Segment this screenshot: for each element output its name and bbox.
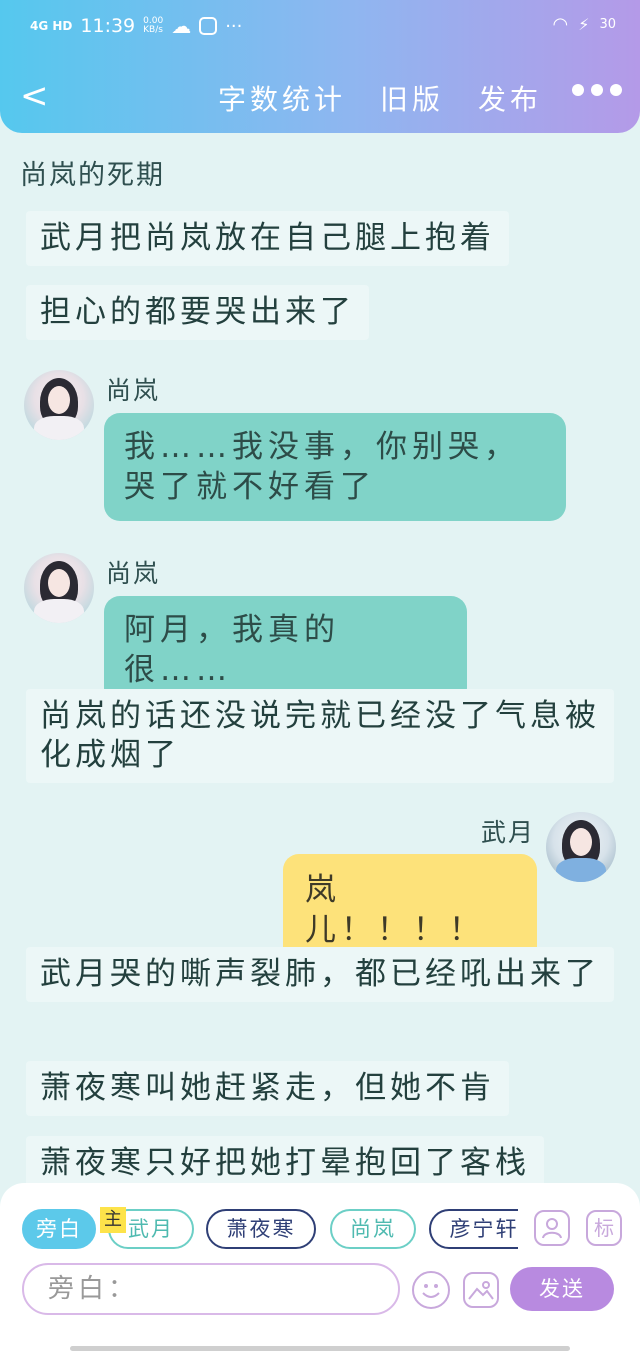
- chat-area[interactable]: 尚岚的死期 武月把尚岚放在自己腿上抱着 担心的都要哭出来了 尚岚 我……我没事，…: [0, 133, 640, 1183]
- chapter-title: 尚岚的死期: [20, 160, 165, 191]
- battery-level: 30: [599, 17, 616, 32]
- narration-message[interactable]: 尚岚的话还没说完就已经没了气息被化成烟了: [26, 689, 614, 783]
- avatar-wuyue[interactable]: [546, 812, 616, 882]
- speaker-name: 武月: [481, 818, 536, 847]
- chip-shanglan[interactable]: 尚岚: [330, 1209, 416, 1249]
- chip-xiaoyehan[interactable]: 萧夜寒: [206, 1209, 316, 1249]
- status-bar: 4G HD 11:39 0.00 KB/s ☁ ··· ◠ ⚡ 30: [0, 10, 640, 46]
- person-icon[interactable]: [534, 1210, 570, 1246]
- charging-icon: ⚡: [578, 15, 590, 34]
- old-version-button[interactable]: 旧版: [380, 78, 444, 118]
- search-app-icon: [199, 17, 218, 35]
- chat-bubble-left[interactable]: 我……我没事，你别哭，哭了就不好看了: [104, 413, 566, 521]
- status-more: ···: [225, 15, 243, 37]
- send-button[interactable]: 发送: [510, 1267, 614, 1311]
- main-character-tag: 主: [100, 1207, 126, 1233]
- character-chips: 旁白 武月 萧夜寒 尚岚 彦宁轩: [22, 1209, 518, 1249]
- word-count-button[interactable]: 字数统计: [218, 78, 346, 118]
- speed-unit: KB/s: [143, 25, 163, 35]
- tag-icon[interactable]: 标: [586, 1210, 622, 1246]
- narration-message[interactable]: 萧夜寒只好把她打晕抱回了客栈: [26, 1136, 544, 1183]
- more-options-icon[interactable]: [572, 84, 622, 96]
- narration-message[interactable]: 担心的都要哭出来了: [26, 285, 369, 340]
- composer-panel: 旁白 武月 萧夜寒 尚岚 彦宁轩 主 标 旁白： 发送: [0, 1183, 640, 1351]
- avatar-shanglan[interactable]: [24, 370, 94, 440]
- emoji-icon[interactable]: [412, 1271, 450, 1309]
- speaker-name: 尚岚: [106, 559, 161, 588]
- network-indicator: 4G HD: [30, 19, 73, 33]
- narration-message[interactable]: 武月哭的嘶声裂肺，都已经吼出来了: [26, 947, 614, 1002]
- message-input[interactable]: 旁白：: [22, 1263, 400, 1315]
- image-icon[interactable]: [463, 1272, 499, 1308]
- avatar-shanglan[interactable]: [24, 553, 94, 623]
- chip-yanningxuan[interactable]: 彦宁轩: [429, 1209, 518, 1249]
- app-header: 4G HD 11:39 0.00 KB/s ☁ ··· ◠ ⚡ 30 < 字数统…: [0, 0, 640, 133]
- wifi-icon: ◠: [552, 14, 569, 35]
- clock: 11:39: [80, 15, 136, 37]
- chat-bubble-left[interactable]: 阿月，我真的很……: [104, 596, 467, 704]
- narration-message[interactable]: 萧夜寒叫她赶紧走，但她不肯: [26, 1061, 509, 1116]
- back-chevron-icon[interactable]: <: [20, 76, 50, 116]
- home-indicator: [70, 1346, 570, 1351]
- publish-button[interactable]: 发布: [478, 78, 542, 118]
- nav-bar: < 字数统计 旧版 发布: [0, 72, 640, 120]
- cloud-icon: ☁: [171, 14, 192, 38]
- speaker-name: 尚岚: [106, 376, 161, 405]
- narration-message[interactable]: 武月把尚岚放在自己腿上抱着: [26, 211, 509, 266]
- chip-narrator[interactable]: 旁白: [22, 1209, 96, 1249]
